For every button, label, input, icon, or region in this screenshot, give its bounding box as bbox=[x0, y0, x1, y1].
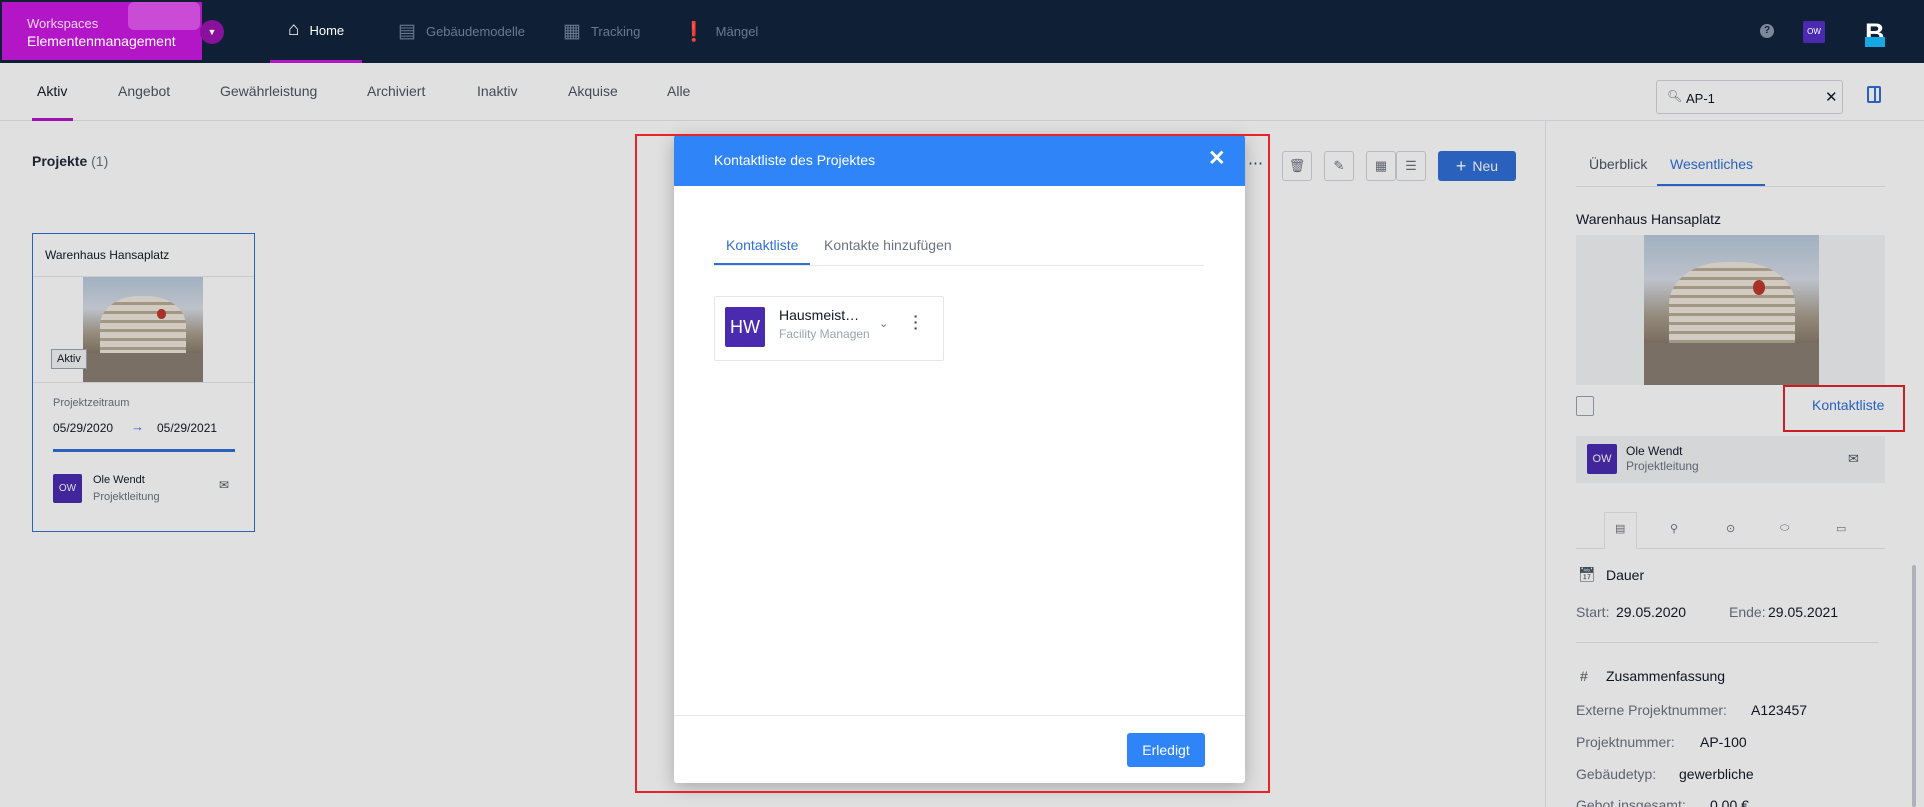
nav-home-label: Home bbox=[309, 22, 345, 38]
nav-maengel-label: Mängel bbox=[715, 24, 759, 39]
workspace-highlight bbox=[128, 2, 200, 30]
defects-icon: ❗ bbox=[682, 21, 706, 43]
nav-gebaeudemodelle[interactable]: ▤ Gebäudemodelle bbox=[380, 0, 543, 63]
chevron-down-icon[interactable]: ▼ bbox=[200, 20, 224, 44]
building-models-icon: ▤ bbox=[398, 21, 416, 42]
help-icon[interactable]: ? bbox=[1760, 24, 1774, 38]
workspace-name[interactable]: Elementenmanagement bbox=[27, 33, 176, 49]
brand-logo-accent bbox=[1865, 37, 1885, 47]
highlight-box bbox=[635, 134, 1270, 793]
nav-gebaeudemodelle-label: Gebäudemodelle bbox=[425, 24, 525, 39]
home-icon: ⌂ bbox=[288, 19, 300, 40]
nav-home[interactable]: ⌂ Home bbox=[270, 0, 363, 63]
nav-tracking[interactable]: ▦ Tracking bbox=[545, 0, 658, 63]
workspace-label: Workspaces bbox=[27, 16, 99, 31]
qr-code-icon: ▦ bbox=[563, 21, 581, 42]
nav-maengel[interactable]: ❗ Mängel bbox=[664, 0, 776, 63]
nav-tracking-label: Tracking bbox=[590, 24, 641, 39]
user-avatar[interactable]: OW bbox=[1803, 21, 1825, 43]
